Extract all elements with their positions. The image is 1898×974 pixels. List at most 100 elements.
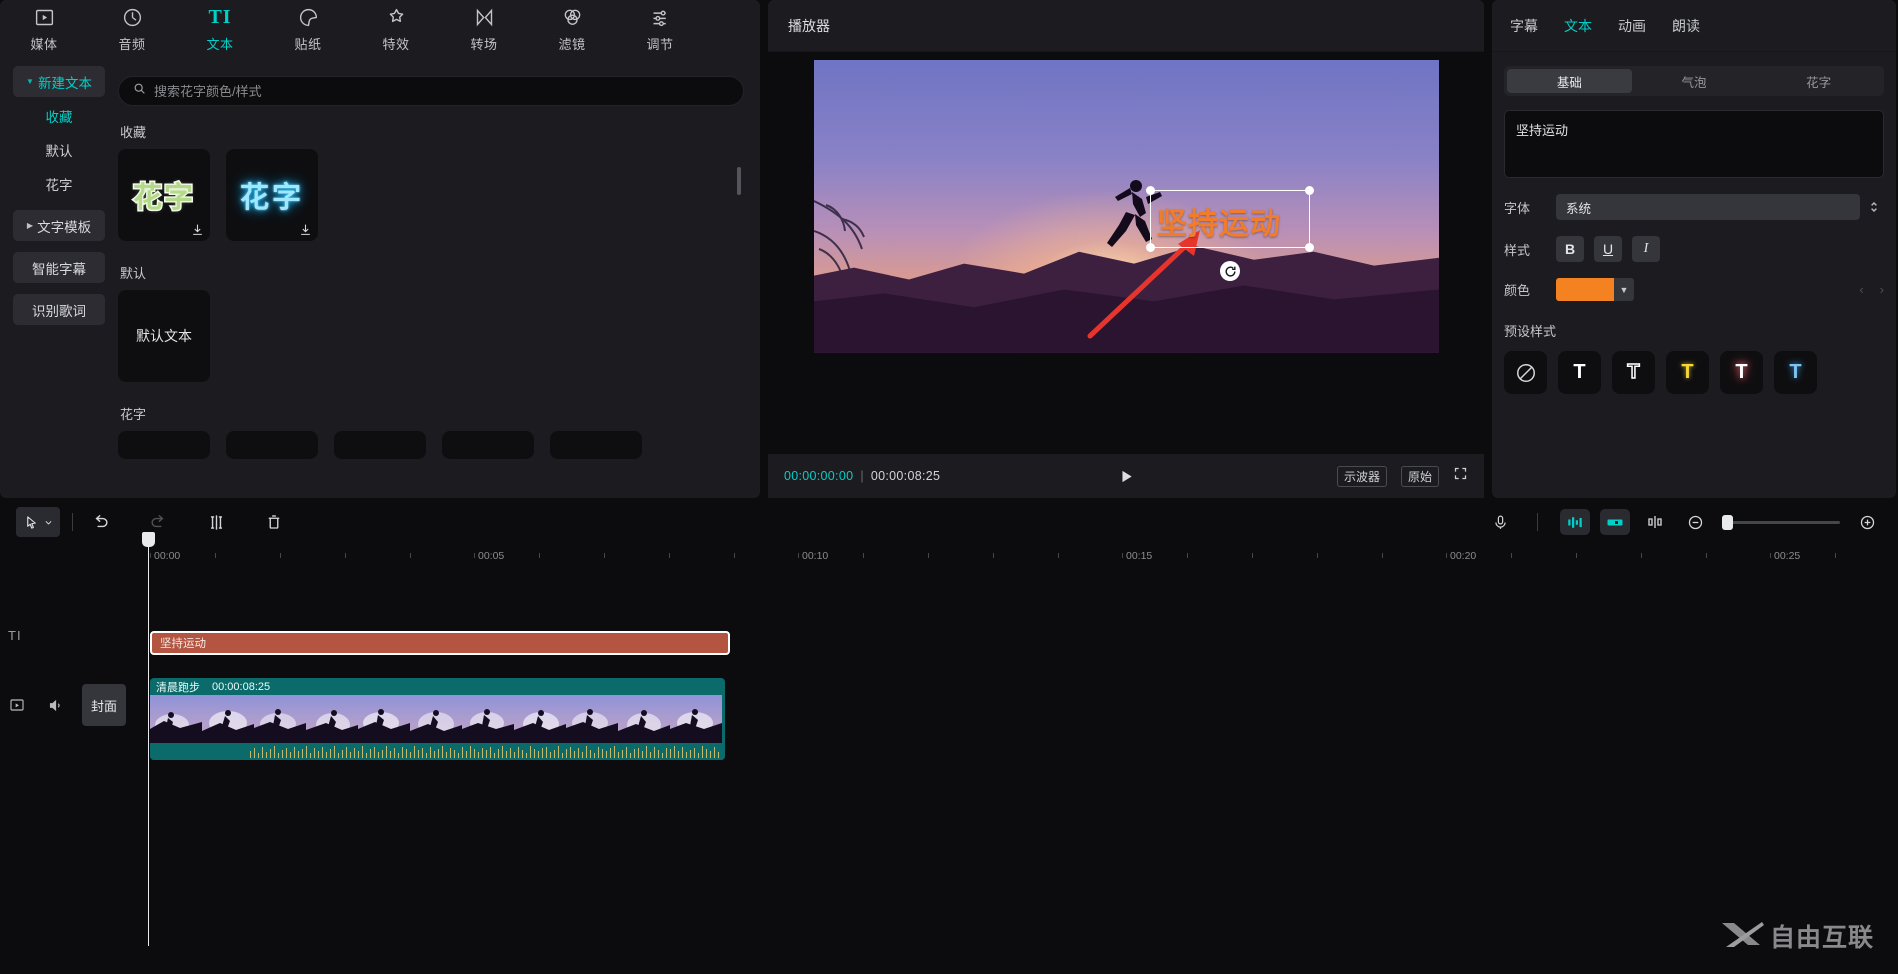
resize-handle-tl[interactable] (1146, 186, 1155, 195)
rotate-handle-icon[interactable] (1220, 261, 1240, 281)
timeline-ruler[interactable]: 00:00 00:05 00:10 00:15 00:20 00:25 (0, 544, 1898, 566)
tool-tab-audio[interactable]: 音频 (98, 5, 166, 53)
resize-handle-br[interactable] (1305, 243, 1314, 252)
video-track-icon[interactable] (6, 694, 28, 716)
tool-tab-media[interactable]: 媒体 (10, 5, 78, 53)
color-nav-arrows: ‹ › (1859, 282, 1884, 297)
playhead[interactable] (142, 532, 155, 946)
split-button[interactable] (201, 507, 231, 537)
trash-button[interactable] (259, 507, 289, 537)
undo-button[interactable] (85, 507, 115, 537)
material-card[interactable]: 花字 (226, 149, 318, 241)
material-card[interactable]: 花字 (118, 149, 210, 241)
underline-button[interactable]: U (1594, 236, 1622, 262)
preset-glyph: T (1681, 361, 1694, 383)
select-tool-button[interactable] (16, 507, 60, 537)
material-card[interactable] (550, 431, 642, 459)
thumbnail (358, 695, 410, 743)
material-card[interactable] (226, 431, 318, 459)
subtab-bubble[interactable]: 气泡 (1632, 69, 1757, 93)
sidebar-item-lyrics-recognition[interactable]: 识别歌词 (13, 294, 105, 325)
sidebar-item-label: 智能字幕 (32, 261, 86, 277)
preset-yellow[interactable]: T (1666, 351, 1709, 394)
sidebar-item-new-text[interactable]: ▼ 新建文本 (13, 66, 105, 97)
preset-blue-glow[interactable]: T (1774, 351, 1817, 394)
preset-none[interactable] (1504, 351, 1547, 394)
material-scrollbar[interactable] (737, 167, 741, 195)
font-select[interactable]: 系统 (1556, 194, 1860, 220)
sidebar-item-favorites[interactable]: 收藏 (13, 100, 105, 131)
video-clip[interactable]: 清晨跑步 00:00:08:25 (150, 678, 725, 760)
tab-text[interactable]: 文本 (1564, 16, 1592, 36)
tool-tab-effects[interactable]: 特效 (362, 5, 430, 53)
subtab-fancy[interactable]: 花字 (1756, 69, 1881, 93)
mic-button[interactable] (1485, 507, 1515, 537)
cover-button[interactable]: 封面 (82, 684, 126, 726)
tool-tab-label: 媒体 (30, 37, 58, 52)
tool-tab-sticker[interactable]: 贴纸 (274, 5, 342, 53)
playhead-handle[interactable] (142, 532, 155, 547)
download-icon[interactable] (191, 223, 204, 236)
next-arrow-icon[interactable]: › (1880, 282, 1884, 297)
subtab-basic[interactable]: 基础 (1507, 69, 1632, 93)
tool-tab-filter[interactable]: 滤镜 (538, 5, 606, 53)
italic-button[interactable]: I (1632, 236, 1660, 262)
text-input[interactable]: 坚持运动 (1504, 110, 1884, 178)
card-row-favorites: 花字 花字 (118, 149, 744, 241)
original-ratio-button[interactable]: 原始 (1400, 465, 1439, 487)
link-button[interactable] (1640, 507, 1670, 537)
material-card[interactable] (442, 431, 534, 459)
download-icon[interactable] (299, 223, 312, 236)
resize-handle-bl[interactable] (1146, 243, 1155, 252)
font-label: 字体 (1504, 200, 1531, 216)
play-icon[interactable] (1118, 468, 1135, 485)
sidebar-item-smart-subtitle[interactable]: 智能字幕 (13, 252, 105, 283)
adjustment-button[interactable] (1600, 509, 1630, 535)
chevron-right-icon: ▶ (26, 221, 34, 230)
search-input[interactable] (154, 83, 729, 99)
material-card[interactable] (334, 431, 426, 459)
text-selection-box[interactable]: 坚持运动 (1146, 186, 1314, 281)
tab-read-aloud[interactable]: 朗读 (1672, 16, 1700, 36)
preset-pink-glow[interactable]: T (1720, 351, 1763, 394)
thumbnail (410, 695, 462, 743)
fullscreen-icon[interactable] (1453, 466, 1468, 486)
player-panel: 播放器 坚持运动 00:00:00:00 | 00:00:08:25 示波器 原… (768, 0, 1484, 498)
section-title-fancy: 花字 (120, 407, 147, 422)
preset-outline[interactable]: T (1612, 351, 1655, 394)
chevron-down-icon[interactable]: ▼ (1614, 278, 1634, 301)
tab-animation[interactable]: 动画 (1618, 16, 1646, 36)
text-clip[interactable]: 坚持运动 (150, 631, 730, 655)
resize-handle-tr[interactable] (1305, 186, 1314, 195)
mute-icon[interactable] (44, 694, 66, 716)
sidebar-item-fancy-text[interactable]: 花字 (13, 168, 105, 199)
material-card[interactable] (118, 431, 210, 459)
preset-white-solid[interactable]: T (1558, 351, 1601, 394)
tool-tab-transition[interactable]: 转场 (450, 5, 518, 53)
overlay-text[interactable]: 坚持运动 (1157, 199, 1281, 243)
preset-glyph: T (1627, 360, 1641, 384)
bold-button[interactable]: B (1556, 236, 1584, 262)
font-spinner[interactable] (1864, 194, 1884, 220)
sidebar-item-label: 收藏 (45, 109, 73, 125)
search-box[interactable] (118, 76, 744, 106)
zoom-out-button[interactable] (1680, 507, 1710, 537)
video-preview[interactable]: 坚持运动 (814, 60, 1439, 353)
tool-tab-adjust[interactable]: 调节 (626, 5, 694, 53)
scope-button[interactable]: 示波器 (1336, 465, 1387, 487)
sidebar-item-text-template[interactable]: ▶ 文字模板 (13, 210, 105, 241)
material-card[interactable]: 默认文本 (118, 290, 210, 382)
sidebar-item-default[interactable]: 默认 (13, 134, 105, 165)
zoom-slider-knob[interactable] (1722, 514, 1733, 530)
zoom-in-button[interactable] (1852, 507, 1882, 537)
timeline-right-tools (1485, 507, 1882, 537)
thumbnail (254, 695, 306, 743)
tool-tab-text[interactable]: TI 文本 (186, 5, 254, 53)
mixer-button[interactable] (1560, 509, 1590, 535)
prev-arrow-icon[interactable]: ‹ (1859, 282, 1863, 297)
tool-tab-label: 调节 (646, 37, 674, 52)
color-swatch[interactable] (1556, 278, 1614, 301)
zoom-slider[interactable] (1722, 514, 1840, 530)
tab-subtitle[interactable]: 字幕 (1510, 16, 1538, 36)
section-title-favorites: 收藏 (120, 125, 147, 140)
